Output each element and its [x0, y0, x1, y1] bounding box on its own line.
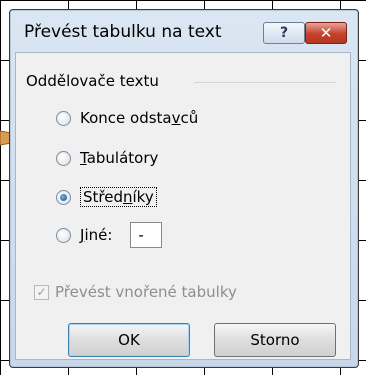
radio-tabs[interactable]: Tabulátory — [56, 146, 158, 170]
convert-nested-tables-label: Převést vnořené tabulky — [55, 283, 237, 301]
help-icon: ? — [279, 25, 289, 41]
close-icon: ✕ — [319, 24, 333, 42]
radio-tabs-button[interactable] — [56, 150, 71, 166]
radio-other[interactable]: Jiné: - — [56, 222, 163, 248]
convert-table-dialog: Převést tabulku na text ? ✕ Oddělovače t… — [9, 9, 359, 368]
checkmark-icon: ✓ — [36, 285, 47, 299]
dialog-body: Oddělovače textu Konce odstavců Tabuláto… — [15, 52, 351, 360]
separator-group-label: Oddělovače textu — [26, 72, 159, 90]
radio-paragraph-marks-button[interactable] — [56, 110, 71, 126]
help-button[interactable]: ? — [263, 22, 305, 44]
radio-other-button[interactable] — [56, 227, 71, 243]
close-button[interactable]: ✕ — [305, 22, 347, 44]
radio-semicolons[interactable]: Středníky — [56, 185, 157, 209]
radio-other-label: Jiné: — [80, 226, 113, 244]
radio-semicolons-label: Středníky — [80, 187, 157, 207]
radio-tabs-label: Tabulátory — [80, 149, 159, 167]
convert-nested-tables-checkbox: ✓ — [34, 284, 49, 300]
cancel-button[interactable]: Storno — [214, 323, 336, 357]
ok-button[interactable]: OK — [68, 323, 190, 357]
convert-nested-tables-checkbox-row: ✓ Převést vnořené tabulky — [34, 283, 237, 301]
radio-paragraph-marks-label: Konce odstavců — [80, 109, 199, 127]
screenshot-frame: Převést tabulku na text ? ✕ Oddělovače t… — [0, 0, 366, 375]
dialog-titlebar: Převést tabulku na text ? ✕ — [10, 10, 358, 52]
radio-paragraph-marks[interactable]: Konce odstavců — [56, 106, 198, 130]
dialog-title: Převést tabulku na text — [24, 22, 222, 42]
radio-semicolons-button[interactable] — [56, 189, 71, 205]
group-divider — [194, 82, 336, 83]
other-separator-input[interactable]: - — [130, 222, 163, 248]
